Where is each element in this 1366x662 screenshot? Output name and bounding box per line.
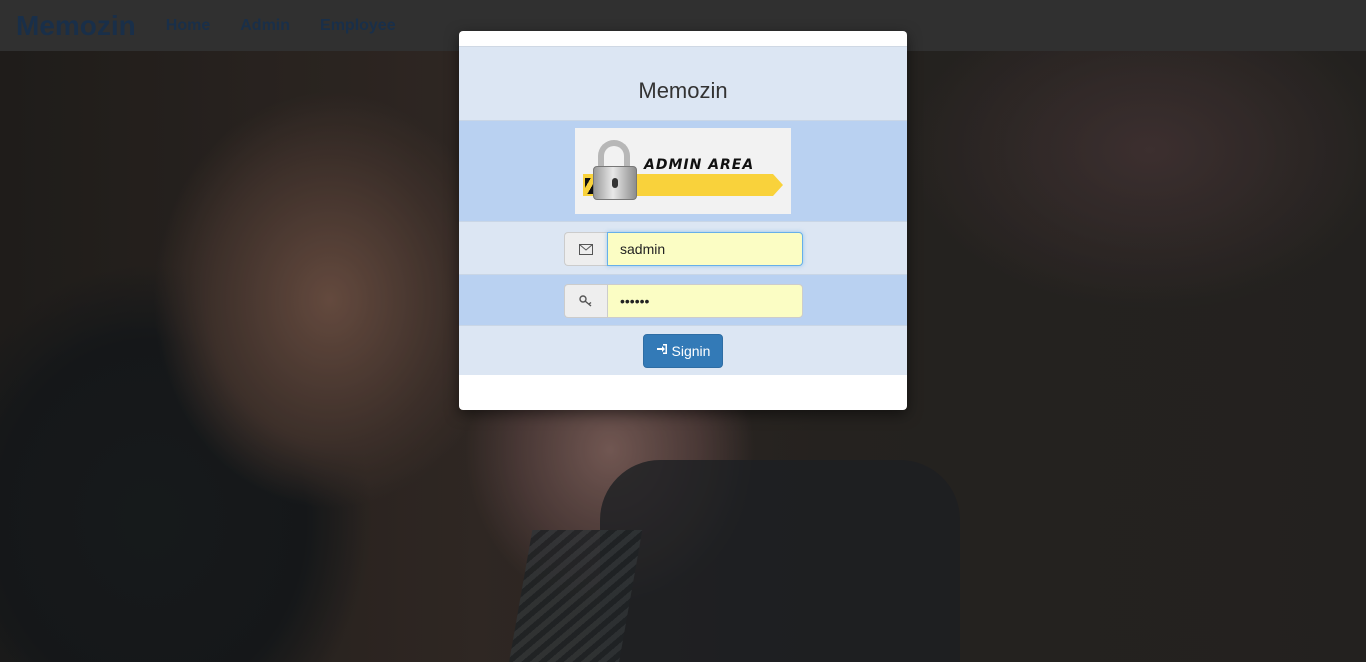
email-input-group xyxy=(564,232,803,266)
admin-area-label: ADMIN AREA xyxy=(644,157,755,173)
key-icon xyxy=(564,284,607,318)
password-row xyxy=(459,274,907,325)
modal-title: Memozin xyxy=(638,78,728,103)
envelope-icon xyxy=(564,232,607,266)
signin-button[interactable]: Signin xyxy=(643,333,723,368)
email-field[interactable] xyxy=(607,232,803,266)
signin-label: Signin xyxy=(671,342,711,359)
email-row xyxy=(459,221,907,274)
login-modal: Memozin ADMIN AREA sadmin •••••• Signin xyxy=(459,31,907,410)
signin-row: Signin xyxy=(459,325,907,375)
password-field[interactable] xyxy=(607,284,803,318)
password-input-group xyxy=(564,284,803,318)
sign-in-icon xyxy=(656,343,668,358)
admin-area-image: ADMIN AREA xyxy=(575,128,791,214)
padlock-icon xyxy=(593,166,637,200)
admin-area-row: ADMIN AREA xyxy=(459,120,907,221)
